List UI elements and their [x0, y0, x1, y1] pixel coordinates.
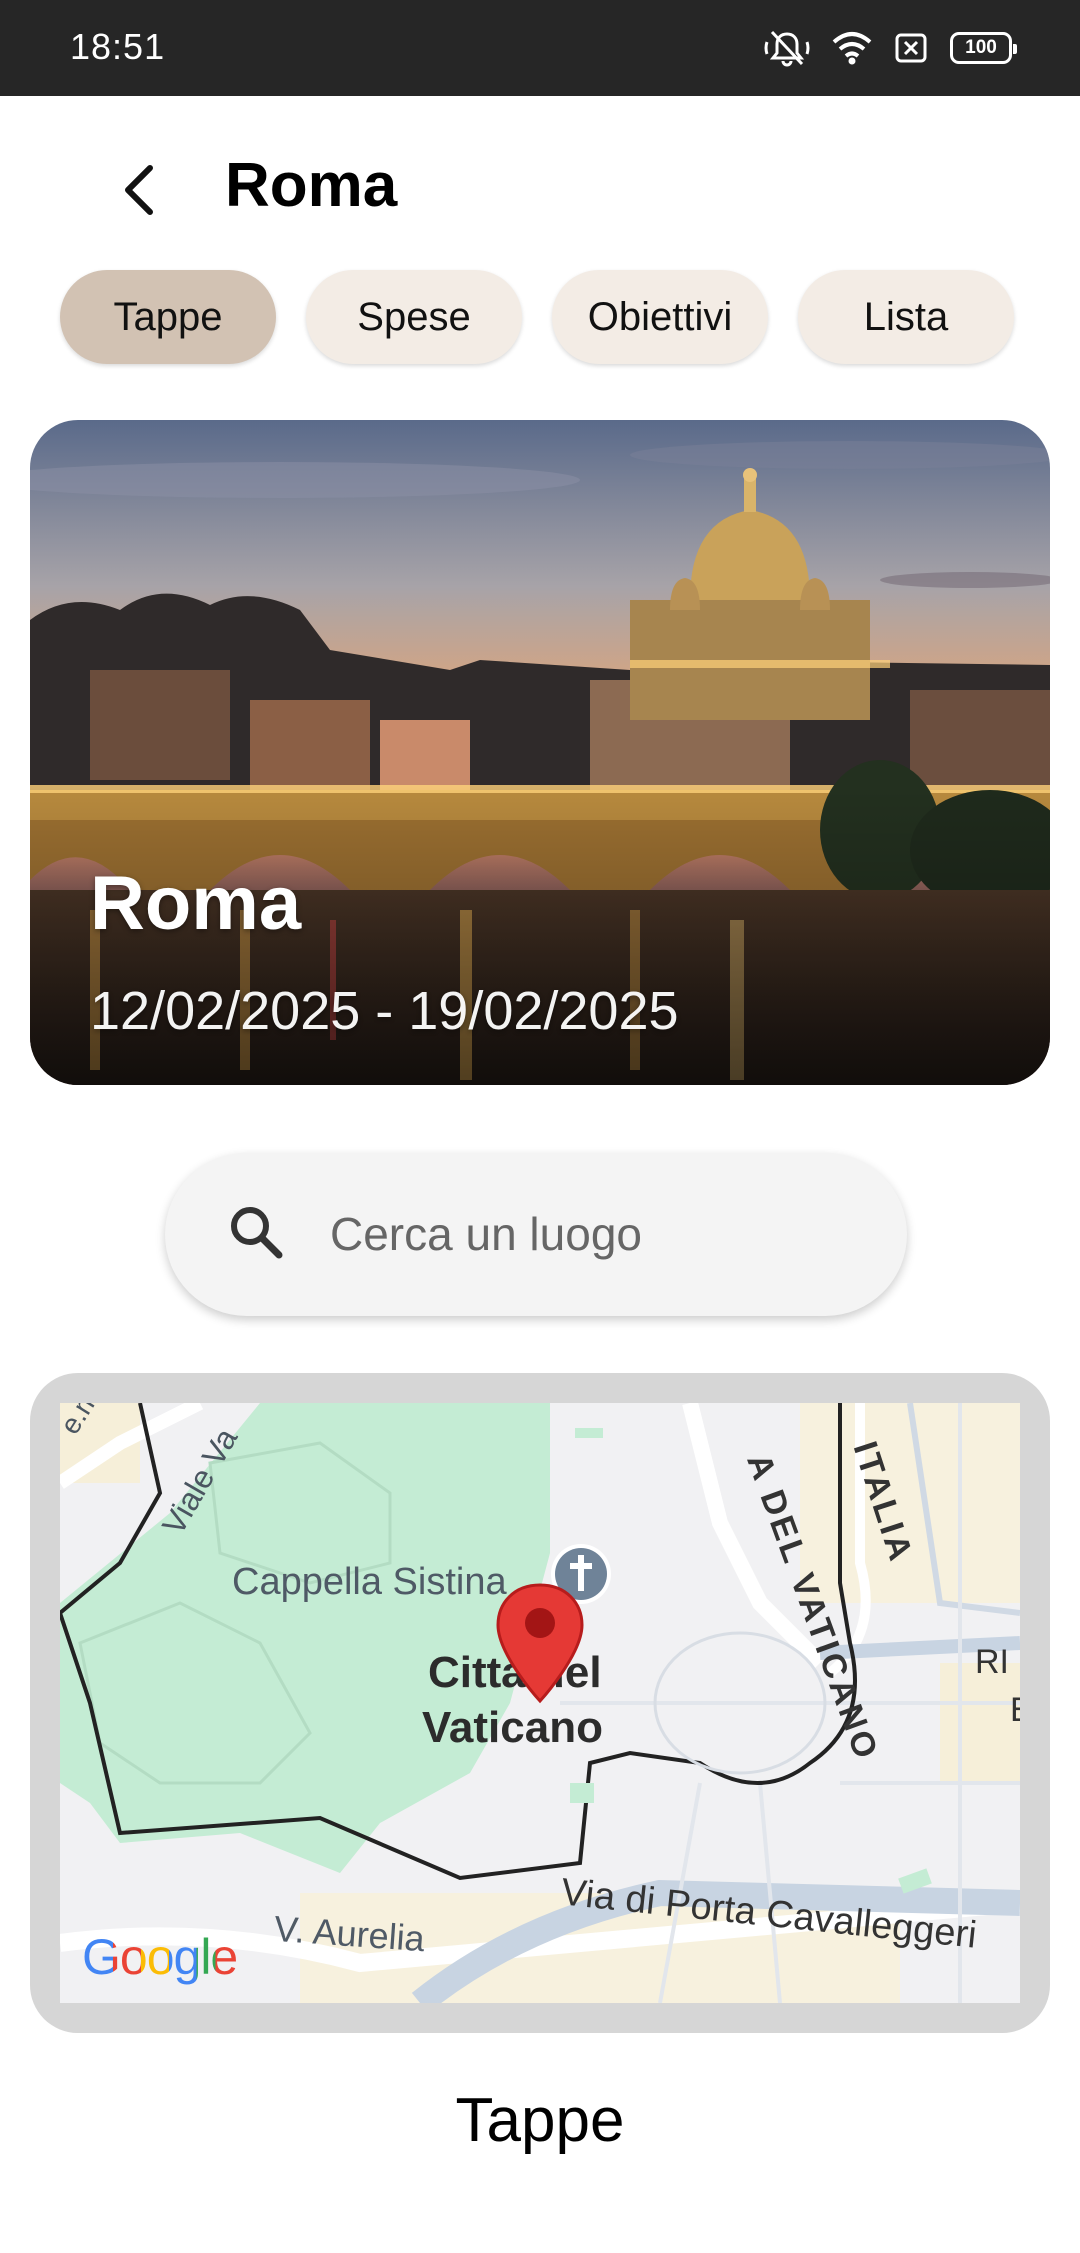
sim-off-icon — [895, 33, 927, 63]
trip-title: Roma — [90, 861, 302, 946]
status-time: 18:51 — [70, 26, 166, 67]
search-bar[interactable] — [165, 1153, 907, 1316]
battery-icon: 100 — [950, 32, 1017, 64]
tab-spese[interactable]: Spese — [306, 270, 522, 364]
google-logo: Google — [82, 1929, 238, 1985]
tab-obiettivi[interactable]: Obiettivi — [552, 270, 768, 364]
battery-level: 100 — [965, 37, 997, 58]
search-input[interactable] — [330, 1193, 850, 1275]
section-title-tappe: Tappe — [455, 2086, 625, 2155]
map-view[interactable]: e.mo Viale Va A DEL VATICANO ITALIA Capp… — [60, 1403, 1020, 2003]
status-icons: 100 — [764, 28, 1017, 68]
map-frame: e.mo Viale Va A DEL VATICANO ITALIA Capp… — [30, 1373, 1050, 2033]
silent-bell-icon — [764, 30, 810, 67]
page-title: Roma — [225, 151, 398, 220]
status-bar: 18:51 100 — [0, 0, 1080, 96]
map-label-e: E — [1010, 1691, 1020, 1730]
tab-bar: Tappe Spese Obiettivi Lista — [60, 270, 1014, 364]
trip-dates: 12/02/2025 - 19/02/2025 — [90, 981, 679, 1041]
wifi-icon — [832, 32, 872, 65]
map-label-city-2: Vaticano — [422, 1703, 603, 1752]
trip-cover-card[interactable]: Roma 12/02/2025 - 19/02/2025 — [30, 420, 1050, 1085]
map-label-cappella: Cappella Sistina — [232, 1561, 507, 1603]
tab-tappe[interactable]: Tappe — [60, 270, 276, 364]
back-arrow-icon — [125, 165, 153, 215]
search-icon — [231, 1207, 283, 1259]
map-pin-icon[interactable] — [494, 1581, 586, 1707]
map-label-ri: RI — [975, 1643, 1009, 1681]
tab-lista[interactable]: Lista — [798, 270, 1014, 364]
back-button[interactable] — [108, 155, 168, 225]
